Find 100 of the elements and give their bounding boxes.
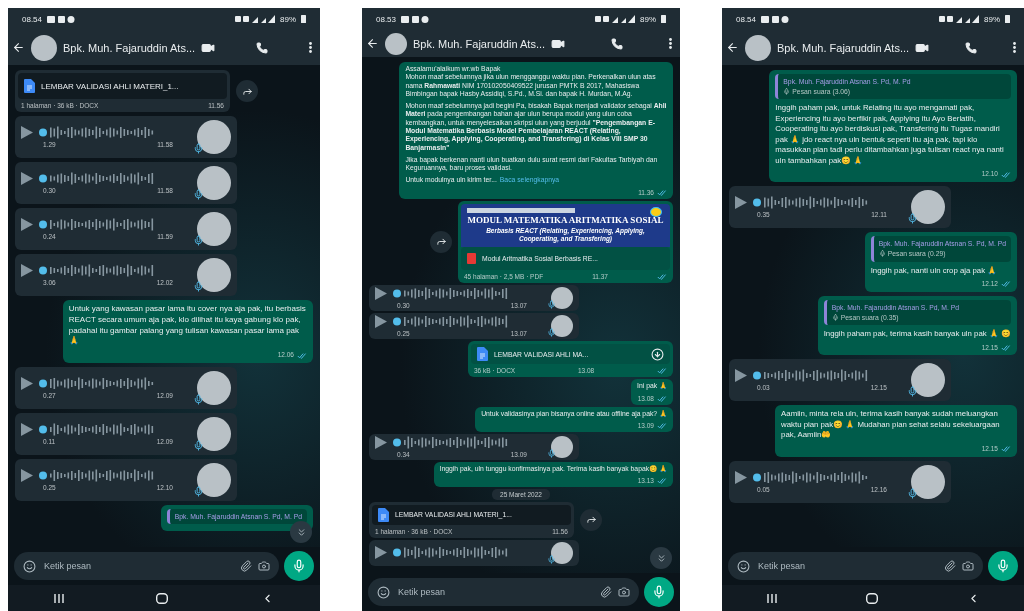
- play-icon[interactable]: [375, 546, 387, 560]
- status-time: 08.53: [376, 14, 397, 24]
- avatar: [551, 287, 573, 310]
- emoji-icon[interactable]: [737, 559, 750, 573]
- forward-button[interactable]: [430, 230, 452, 253]
- battery-icon: [301, 15, 306, 23]
- phone-call-button[interactable]: [611, 37, 624, 50]
- file-name: LEMBAR VALIDASI AHLI MATERI_1...: [41, 81, 180, 91]
- scroll-down-button[interactable]: [650, 547, 672, 569]
- download-icon[interactable]: [651, 347, 664, 361]
- menu-icon[interactable]: [1013, 42, 1016, 53]
- attach-icon[interactable]: [600, 586, 612, 598]
- mic-icon: [783, 88, 791, 96]
- menu-icon[interactable]: [309, 42, 312, 53]
- forward-icon[interactable]: [435, 236, 447, 248]
- document-icon: [477, 347, 488, 362]
- forward-button[interactable]: [580, 508, 602, 531]
- play-icon[interactable]: [735, 196, 747, 210]
- play-icon[interactable]: [375, 287, 387, 301]
- message-input[interactable]: Ketik pesan: [396, 586, 594, 598]
- avatar: [551, 435, 573, 458]
- pdf-icon: [467, 253, 476, 265]
- home-icon[interactable]: [865, 592, 878, 604]
- battery-level: 89%: [640, 14, 656, 24]
- phone-call-button[interactable]: [256, 41, 269, 54]
- scroll-down-button[interactable]: [290, 521, 312, 543]
- camera-icon[interactable]: [962, 560, 974, 572]
- mic-icon: [193, 143, 204, 154]
- battery-icon: [1005, 15, 1010, 23]
- emoji-icon[interactable]: [23, 559, 36, 573]
- contact-name[interactable]: Bpk. Muh. Fajaruddin Ats...: [777, 41, 910, 54]
- status-time: 08.54: [736, 14, 757, 24]
- avatar: [551, 541, 573, 564]
- home-icon[interactable]: [156, 592, 169, 604]
- recent-apps-icon[interactable]: [766, 593, 777, 603]
- camera-icon[interactable]: [258, 560, 270, 572]
- avatar: [197, 370, 231, 405]
- contact-avatar[interactable]: [385, 32, 407, 55]
- mic-icon: [193, 485, 204, 497]
- back-button[interactable]: [366, 37, 379, 50]
- play-icon[interactable]: [21, 126, 33, 139]
- message-field[interactable]: Ketik pesan: [14, 552, 279, 580]
- phone-call-button[interactable]: [965, 41, 978, 54]
- avatar: [197, 166, 231, 200]
- play-icon[interactable]: [735, 470, 747, 484]
- camera-icon[interactable]: [618, 586, 630, 598]
- play-icon[interactable]: [375, 315, 387, 329]
- avatar: [911, 363, 945, 398]
- mic-icon: [193, 189, 204, 200]
- voice-message[interactable]: [369, 539, 579, 566]
- mic-icon: [193, 393, 204, 405]
- forward-icon[interactable]: [585, 514, 597, 526]
- message-field[interactable]: Ketik pesan: [728, 552, 983, 580]
- contact-name[interactable]: Bpk. Muh. Fajaruddin Ats...: [63, 41, 196, 54]
- forward-button[interactable]: [236, 80, 258, 102]
- signal-icons: [235, 15, 275, 23]
- play-icon[interactable]: [21, 422, 33, 436]
- play-icon[interactable]: [375, 435, 387, 449]
- play-icon[interactable]: [21, 172, 33, 185]
- mic-icon: [907, 386, 918, 398]
- signal-icons: [595, 15, 635, 23]
- mic-icon: [878, 250, 886, 258]
- message-input[interactable]: Ketik pesan: [42, 560, 234, 572]
- mic-button[interactable]: [988, 551, 1018, 581]
- avatar: [197, 212, 231, 246]
- mic-icon: [831, 314, 839, 322]
- mic-icon: [547, 300, 556, 310]
- attach-icon[interactable]: [944, 560, 956, 572]
- emoji-icon[interactable]: [377, 585, 390, 599]
- menu-icon[interactable]: [669, 38, 672, 49]
- document-icon: [24, 79, 35, 93]
- mic-icon: [547, 448, 556, 458]
- attach-icon[interactable]: [240, 560, 252, 572]
- play-icon[interactable]: [21, 264, 33, 277]
- avatar: [911, 464, 945, 499]
- mic-icon: [547, 554, 556, 564]
- play-icon[interactable]: [735, 369, 747, 383]
- mic-icon: [193, 281, 204, 292]
- avatar: [911, 190, 945, 225]
- message-field[interactable]: Ketik pesan: [368, 578, 639, 606]
- signal-icons: [939, 15, 979, 23]
- mic-button[interactable]: [284, 551, 314, 581]
- mic-button[interactable]: [644, 577, 674, 607]
- play-icon[interactable]: [21, 376, 33, 390]
- avatar: [197, 416, 231, 451]
- back-button[interactable]: [12, 41, 25, 54]
- avatar: [197, 258, 231, 292]
- contact-name[interactable]: Bpk. Muh. Fajaruddin Ats...: [413, 37, 546, 50]
- battery-level: 89%: [280, 14, 296, 24]
- back-button[interactable]: [726, 41, 739, 54]
- avatar: [197, 120, 231, 154]
- contact-avatar[interactable]: [31, 34, 57, 61]
- message-input[interactable]: Ketik pesan: [756, 560, 938, 572]
- avatar: [197, 462, 231, 497]
- mic-icon: [547, 328, 556, 338]
- play-icon[interactable]: [21, 468, 33, 482]
- recent-apps-icon[interactable]: [54, 593, 65, 603]
- play-icon[interactable]: [21, 218, 33, 231]
- mic-icon: [193, 439, 204, 451]
- contact-avatar[interactable]: [745, 34, 771, 61]
